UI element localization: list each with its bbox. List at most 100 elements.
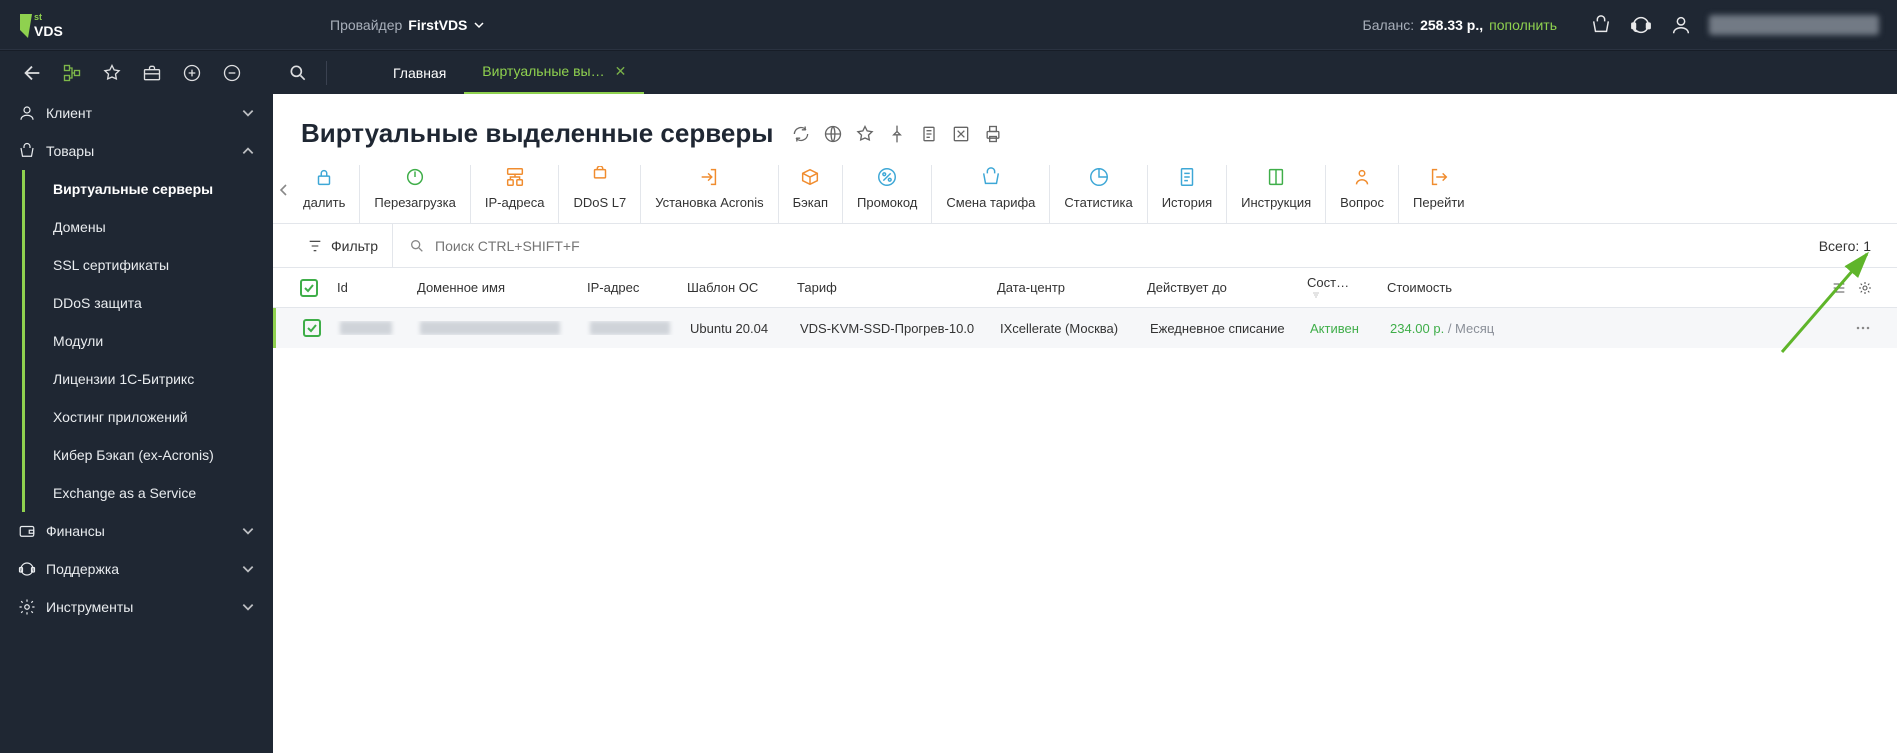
id-redacted [340,321,392,335]
row-checkbox[interactable] [303,319,321,337]
basket-icon [979,165,1003,189]
sidebar-item-label: Товары [46,143,241,159]
ip-redacted [590,321,670,335]
chevron-up-icon [241,144,255,158]
toolbar-question-button[interactable]: Вопрос [1326,165,1399,223]
sidebar-item-ddos[interactable]: DDoS защита [25,284,273,322]
filter-icon [307,238,323,254]
sidebar-item-modules[interactable]: Модули [25,322,273,360]
balance-value: 258.33 р., [1420,17,1483,33]
toolbar-backup-button[interactable]: Бэкап [779,165,843,223]
page-icon [1175,165,1199,189]
wallet-icon [18,522,36,540]
logo[interactable]: st VDS [18,10,74,40]
provider-selector[interactable]: Провайдер FirstVDS [330,17,485,33]
headset-icon [18,560,36,578]
provider-name: FirstVDS [408,17,467,33]
sidebar-section-client[interactable]: Клиент [0,94,273,132]
domain-redacted [420,321,560,335]
toolbar-reboot-button[interactable]: Перезагрузка [360,165,470,223]
filter-button[interactable]: Фильтр [293,224,393,268]
cell-os: Ubuntu 20.04 [682,321,792,336]
chevron-down-icon [241,106,255,120]
refresh-icon[interactable] [791,124,811,144]
close-icon[interactable]: ✕ [615,63,627,80]
toolbar-tariff-button[interactable]: Смена тарифа [932,165,1050,223]
columns-icon[interactable] [1831,280,1847,296]
sidebar-item-exchange[interactable]: Exchange as a Service [25,474,273,512]
chevron-down-icon [241,524,255,538]
col-state[interactable]: Сост… [1299,275,1379,300]
minus-circle-icon[interactable] [218,59,246,87]
sidebar-section-finance[interactable]: Финансы [0,512,273,550]
main-content: Виртуальные выделенные серверы далитьПер… [273,94,1897,753]
sidebar-item-ssl[interactable]: SSL сертификаты [25,246,273,284]
sidebar-item-label: Exchange as a Service [53,485,196,501]
select-all-checkbox[interactable] [300,279,318,297]
sidebar-item-bitrix[interactable]: Лицензии 1С-Битрикс [25,360,273,398]
toolbar-delete-button[interactable]: далить [289,165,360,223]
toolbar-label: Вопрос [1340,195,1384,210]
toolbar-scroll-left[interactable] [273,161,295,219]
tab-label: Виртуальные вы… [482,63,604,79]
toolbar-manual-button[interactable]: Инструкция [1227,165,1326,223]
toolbar-ddos-button[interactable]: DDoS L7 [559,165,641,223]
col-tariff[interactable]: Тариф [789,280,989,295]
print-icon[interactable] [983,124,1003,144]
sidebar-item-label: Хостинг приложений [53,409,188,425]
star-icon[interactable] [98,59,126,87]
user-icon[interactable] [1661,5,1701,45]
balance-topup-link[interactable]: пополнить [1489,17,1557,33]
gear-icon[interactable] [1857,280,1873,296]
search-icon[interactable] [284,59,312,87]
col-ip[interactable]: IP-адрес [579,280,679,295]
export-icon[interactable] [951,124,971,144]
sidebar-section-support[interactable]: Поддержка [0,550,273,588]
cell-tariff: VDS-KVM-SSD-Прогрев-10.0 [792,321,992,336]
svg-text:VDS: VDS [34,23,63,39]
sidebar-item-domains[interactable]: Домены [25,208,273,246]
toolbar-label: далить [303,195,345,210]
toolbar-history-button[interactable]: История [1148,165,1227,223]
toolbar-acronis-button[interactable]: Установка Acronis [641,165,778,223]
pin-icon[interactable] [887,124,907,144]
star-icon[interactable] [855,124,875,144]
col-until[interactable]: Действует до [1139,280,1299,295]
col-id[interactable]: Id [329,280,409,295]
sidebar-item-label: DDoS защита [53,295,142,311]
back-button[interactable] [18,59,46,87]
table-row[interactable]: Ubuntu 20.04 VDS-KVM-SSD-Прогрев-10.0 IX… [273,308,1897,348]
col-cost[interactable]: Стоимость [1379,280,1529,295]
table-header: Id Доменное имя IP-адрес Шаблон ОС Тариф… [273,268,1897,308]
col-dc[interactable]: Дата-центр [989,280,1139,295]
col-domain[interactable]: Доменное имя [409,280,579,295]
toolbar-label: История [1162,195,1212,210]
toolbar-ips-button[interactable]: IP-адреса [471,165,560,223]
sidebar-section-tools[interactable]: Инструменты [0,588,273,626]
shield-icon [588,165,612,189]
tab-main[interactable]: Главная [375,51,464,95]
clipboard-icon[interactable] [919,124,939,144]
sidebar-item-label: SSL сертификаты [53,257,169,273]
globe-icon[interactable] [823,124,843,144]
toolbar-stats-button[interactable]: Статистика [1050,165,1147,223]
sidebar-item-vds[interactable]: Виртуальные серверы [25,170,273,208]
briefcase-icon[interactable] [138,59,166,87]
plus-circle-icon[interactable] [178,59,206,87]
toolbar-go-button[interactable]: Перейти [1399,165,1479,223]
more-icon[interactable] [1853,318,1873,338]
tree-icon[interactable] [58,59,86,87]
search-input[interactable] [435,238,1797,254]
toolbar-label: Перезагрузка [374,195,455,210]
support-icon[interactable] [1621,5,1661,45]
tab-virtual-servers[interactable]: Виртуальные вы… ✕ [464,51,644,95]
sidebar-item-cyber[interactable]: Кибер Бэкап (ex-Acronis) [25,436,273,474]
username-redacted [1709,15,1879,35]
toolbar-label: Перейти [1413,195,1465,210]
sidebar-item-apphost[interactable]: Хостинг приложений [25,398,273,436]
sidebar-section-products[interactable]: Товары [0,132,273,170]
toolbar-label: IP-адреса [485,195,545,210]
toolbar-promo-button[interactable]: Промокод [843,165,932,223]
cart-icon[interactable] [1581,5,1621,45]
col-os[interactable]: Шаблон ОС [679,280,789,295]
